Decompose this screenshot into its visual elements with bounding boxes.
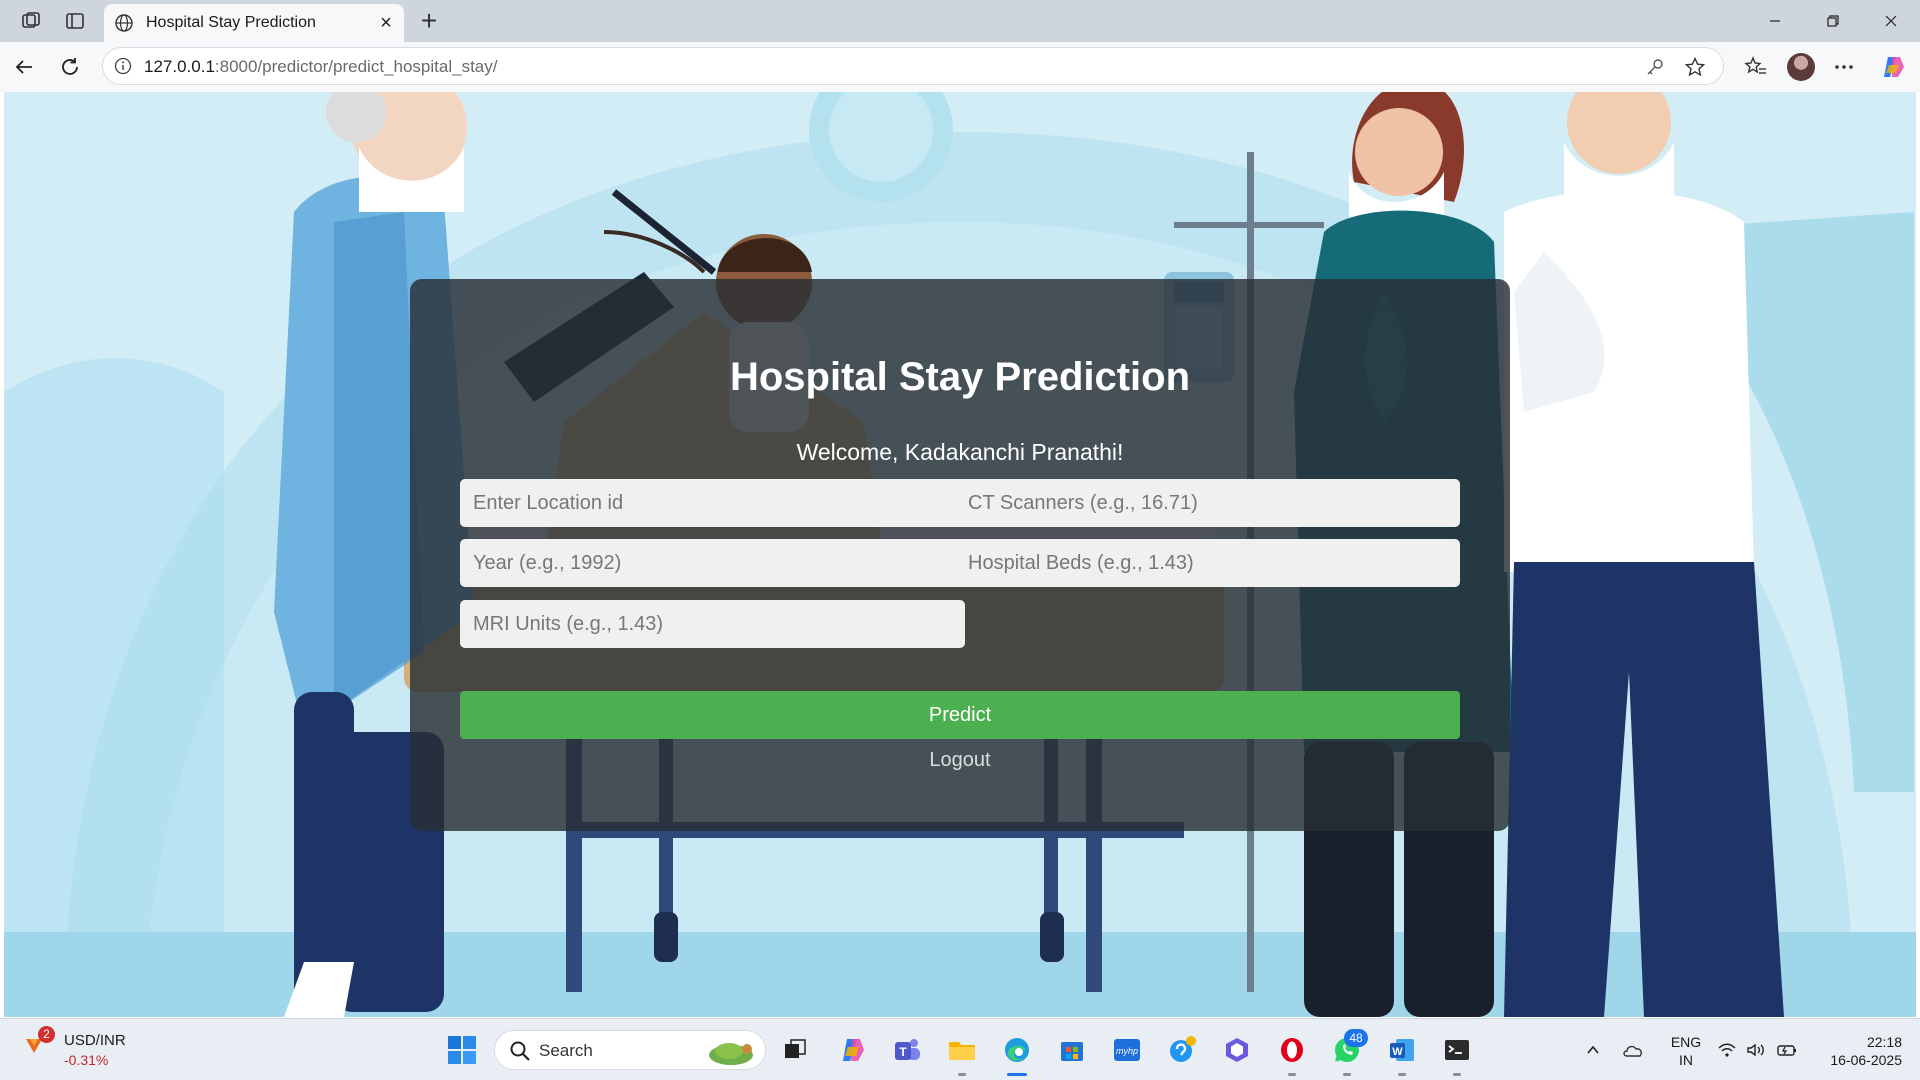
svg-text:myhp: myhp (1116, 1046, 1138, 1056)
volume-icon[interactable] (1745, 1039, 1767, 1061)
terminal-running-indicator (1453, 1073, 1461, 1076)
tab-title: Hospital Stay Prediction (146, 14, 316, 31)
chevron-up-icon[interactable] (1582, 1039, 1604, 1061)
prediction-card: Hospital Stay Prediction Welcome, Kadaka… (410, 279, 1510, 831)
more-options-icon[interactable] (1830, 53, 1858, 81)
browser-tab-bar: Hospital Stay Prediction × + (0, 0, 1920, 42)
search-highlight-icon (705, 1035, 757, 1067)
battery-icon[interactable] (1776, 1039, 1798, 1061)
browser-toolbar: 127.0.0.1:8000/predictor/predict_hospita… (0, 42, 1920, 92)
word-running-indicator (1398, 1073, 1406, 1076)
search-icon (509, 1040, 531, 1062)
logout-link[interactable]: Logout (410, 749, 1510, 772)
restore-button[interactable] (1810, 6, 1856, 36)
vertical-tabs-icon[interactable] (62, 8, 88, 34)
teams-icon[interactable]: T (890, 1033, 924, 1067)
edge-icon[interactable] (1000, 1033, 1034, 1067)
explorer-running-indicator (958, 1073, 966, 1076)
ct-scanners-input[interactable] (955, 479, 1460, 527)
svg-text:W: W (1392, 1046, 1403, 1058)
helper-app-icon[interactable] (1165, 1033, 1199, 1067)
myhp-icon[interactable]: myhp (1110, 1033, 1144, 1067)
word-icon[interactable]: W (1385, 1033, 1419, 1067)
back-icon[interactable] (10, 53, 38, 81)
language-code: ENG (1670, 1034, 1702, 1050)
clock-time: 22:18 (1866, 1034, 1902, 1050)
hospital-beds-input[interactable] (955, 539, 1460, 587)
site-info-icon[interactable] (113, 56, 133, 76)
close-window-button[interactable] (1868, 6, 1914, 36)
favorite-star-icon[interactable] (1683, 55, 1707, 79)
mri-units-input[interactable] (460, 600, 965, 648)
page-title: Hospital Stay Prediction (729, 355, 1191, 399)
language-indicator[interactable]: ENG IN (1666, 1033, 1706, 1069)
onedrive-icon[interactable] (1622, 1039, 1644, 1061)
url-path: :8000/predictor/predict_hospital_stay/ (214, 57, 498, 76)
search-label: Search (539, 1041, 593, 1060)
profile-avatar[interactable] (1787, 53, 1815, 81)
microsoft-store-icon[interactable] (1055, 1033, 1089, 1067)
opera-running-indicator (1288, 1073, 1296, 1076)
taskbar-search[interactable]: Search (494, 1030, 766, 1070)
clock-date: 16-06-2025 (1830, 1052, 1902, 1068)
region-code: IN (1679, 1052, 1693, 1068)
file-explorer-icon[interactable] (945, 1033, 979, 1067)
wifi-icon[interactable] (1716, 1039, 1738, 1061)
whatsapp-unread-badge: 48 (1344, 1029, 1368, 1047)
widget-badge: 2 (38, 1026, 55, 1043)
predict-button[interactable]: Predict (460, 691, 1460, 739)
svg-text:T: T (899, 1045, 907, 1059)
location-id-input[interactable] (460, 479, 965, 527)
password-key-icon[interactable] (1643, 55, 1667, 79)
address-bar[interactable]: 127.0.0.1:8000/predictor/predict_hospita… (102, 47, 1724, 85)
url-host: 127.0.0.1 (144, 57, 215, 76)
welcome-message: Welcome, Kadakanchi Pranathi! (796, 439, 1124, 465)
whatsapp-running-indicator (1343, 1073, 1351, 1076)
copilot-app-icon[interactable] (836, 1033, 870, 1067)
edge-active-indicator (1007, 1073, 1027, 1076)
windows-start-icon[interactable] (447, 1035, 477, 1065)
ticker-change[interactable]: -0.31% (64, 1052, 108, 1068)
terminal-icon[interactable] (1440, 1033, 1474, 1067)
workspaces-icon[interactable] (18, 8, 44, 34)
new-tab-button[interactable]: + (414, 6, 444, 36)
refresh-icon[interactable] (56, 53, 84, 81)
minimize-button[interactable] (1752, 6, 1798, 36)
page-viewport: Hospital Stay Prediction Welcome, Kadaka… (4, 92, 1916, 1017)
active-tab[interactable]: Hospital Stay Prediction × (104, 4, 404, 42)
tab-close-icon[interactable]: × (374, 11, 398, 35)
system-clock[interactable]: 22:18 16-06-2025 (1810, 1033, 1902, 1069)
year-input[interactable] (460, 539, 965, 587)
url-text[interactable]: 127.0.0.1:8000/predictor/predict_hospita… (144, 57, 497, 77)
ticker-name[interactable]: USD/INR (64, 1032, 126, 1049)
globe-icon (114, 13, 134, 33)
color-app-icon[interactable] (1220, 1033, 1254, 1067)
task-view-icon[interactable] (778, 1033, 812, 1067)
copilot-icon[interactable] (1879, 53, 1907, 81)
opera-icon[interactable] (1275, 1033, 1309, 1067)
taskbar: 2 USD/INR -0.31% Search T myhp 48 W ENG … (0, 1018, 1920, 1080)
favorites-icon[interactable] (1742, 53, 1770, 81)
